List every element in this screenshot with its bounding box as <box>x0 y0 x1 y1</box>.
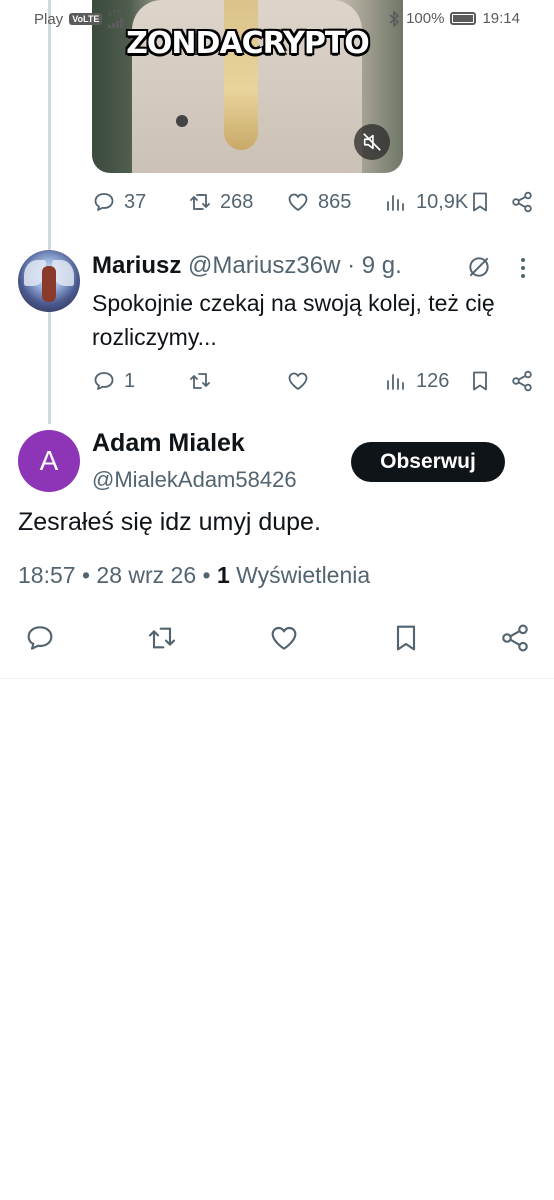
mute-icon <box>363 133 381 151</box>
like-count: 865 <box>318 190 352 213</box>
section-divider <box>0 678 554 679</box>
reply-action[interactable]: 37 <box>92 187 146 217</box>
reply-author-handle[interactable]: @Mariusz36w <box>188 252 340 279</box>
share-icon <box>512 370 532 392</box>
media-button-shape <box>176 115 188 127</box>
main-bookmark-button[interactable] <box>386 618 426 658</box>
views-count-bold: 1 <box>216 562 230 588</box>
reply-views-count: 126 <box>416 369 450 392</box>
volte-badge: VoLTE <box>69 13 103 25</box>
like-icon <box>288 372 308 390</box>
reply-separator: · <box>347 252 356 279</box>
main-reply-button[interactable] <box>20 618 60 658</box>
reply-count: 37 <box>124 190 147 213</box>
status-right: 100% 19:14 <box>388 10 520 27</box>
meta-dot: • <box>81 562 91 588</box>
reply-icon <box>27 626 53 650</box>
bookmark-icon <box>396 625 416 651</box>
bookmark-action[interactable] <box>468 187 492 217</box>
views-icon <box>387 195 404 211</box>
avatar-mariusz[interactable] <box>18 250 80 312</box>
clock: 19:14 <box>482 10 520 27</box>
signal-icon <box>108 18 124 28</box>
bookmark-icon <box>473 371 487 391</box>
battery-percent: 100% <box>406 10 445 27</box>
battery-fill <box>453 15 474 22</box>
share-icon <box>502 624 528 652</box>
reply-text: Spokojnie czekaj na swoją kolej, też cię… <box>92 290 495 350</box>
meta-dot: • <box>202 562 211 588</box>
main-post-actions <box>0 618 554 658</box>
avatar-figure <box>42 266 56 302</box>
status-bar: Play VoLTE LTE 100% 19:14 <box>0 0 554 40</box>
reply-icon <box>94 193 114 211</box>
repost-icon <box>148 627 176 649</box>
main-repost-button[interactable] <box>142 618 182 658</box>
reply-reply-count: 1 <box>124 369 136 392</box>
main-post-meta: 18:57 • 28 wrz 26 • 1 Wyświetlenia <box>18 562 370 589</box>
original-post-actions: 37 268 865 10,9K <box>92 187 542 217</box>
avatar-adam[interactable]: A <box>18 430 80 492</box>
reply-views-action[interactable]: 126 <box>384 366 449 396</box>
reply-author-name[interactable]: Mariusz <box>92 252 181 279</box>
main-author-handle[interactable]: @MialekAdam58426 <box>92 467 297 493</box>
network-label: LTE <box>108 9 123 18</box>
reply-actions: 1 126 <box>92 366 542 396</box>
repost-icon <box>190 194 210 210</box>
mute-button[interactable] <box>354 124 390 160</box>
battery-icon <box>450 12 477 25</box>
like-action[interactable]: 865 <box>286 187 351 217</box>
status-left: Play VoLTE LTE <box>34 10 124 28</box>
repost-count: 268 <box>220 190 254 213</box>
bookmark-icon <box>473 192 487 212</box>
carrier-label: Play <box>34 10 64 28</box>
share-icon <box>512 191 532 213</box>
reply-share-action[interactable] <box>510 366 534 396</box>
reply-bookmark-action[interactable] <box>468 366 492 396</box>
main-post-text: Zesrałeś się idz umyj dupe. <box>18 508 321 536</box>
main-share-button[interactable] <box>495 618 535 658</box>
views-count: 10,9K <box>416 190 469 213</box>
reply-time: 9 g. <box>361 252 402 279</box>
bluetooth-icon <box>389 10 400 27</box>
like-icon <box>271 626 297 650</box>
repost-icon <box>190 373 210 389</box>
share-action[interactable] <box>510 187 534 217</box>
like-icon <box>288 193 308 211</box>
main-author-name[interactable]: Adam Mialek <box>92 429 245 458</box>
reply-icon <box>94 372 114 390</box>
reply-repost-action[interactable] <box>188 366 212 396</box>
grok-icon[interactable] <box>466 254 492 280</box>
thread-line-lower <box>48 312 51 424</box>
main-like-button[interactable] <box>264 618 304 658</box>
reply-reply-action[interactable]: 1 <box>92 366 135 396</box>
views-label[interactable]: Wyświetlenia <box>236 562 370 588</box>
views-action[interactable]: 10,9K <box>384 187 468 217</box>
reply-header: Mariusz @Mariusz36w · 9 g. <box>92 252 402 280</box>
more-icon[interactable] <box>514 256 532 280</box>
repost-action[interactable]: 268 <box>188 187 253 217</box>
post-date: 28 wrz 26 <box>96 562 197 588</box>
views-icon <box>387 374 404 390</box>
network-indicator: LTE <box>108 10 124 28</box>
post-time: 18:57 <box>18 562 76 588</box>
follow-button[interactable]: Obserwuj <box>351 442 505 482</box>
reply-like-action[interactable] <box>286 366 310 396</box>
